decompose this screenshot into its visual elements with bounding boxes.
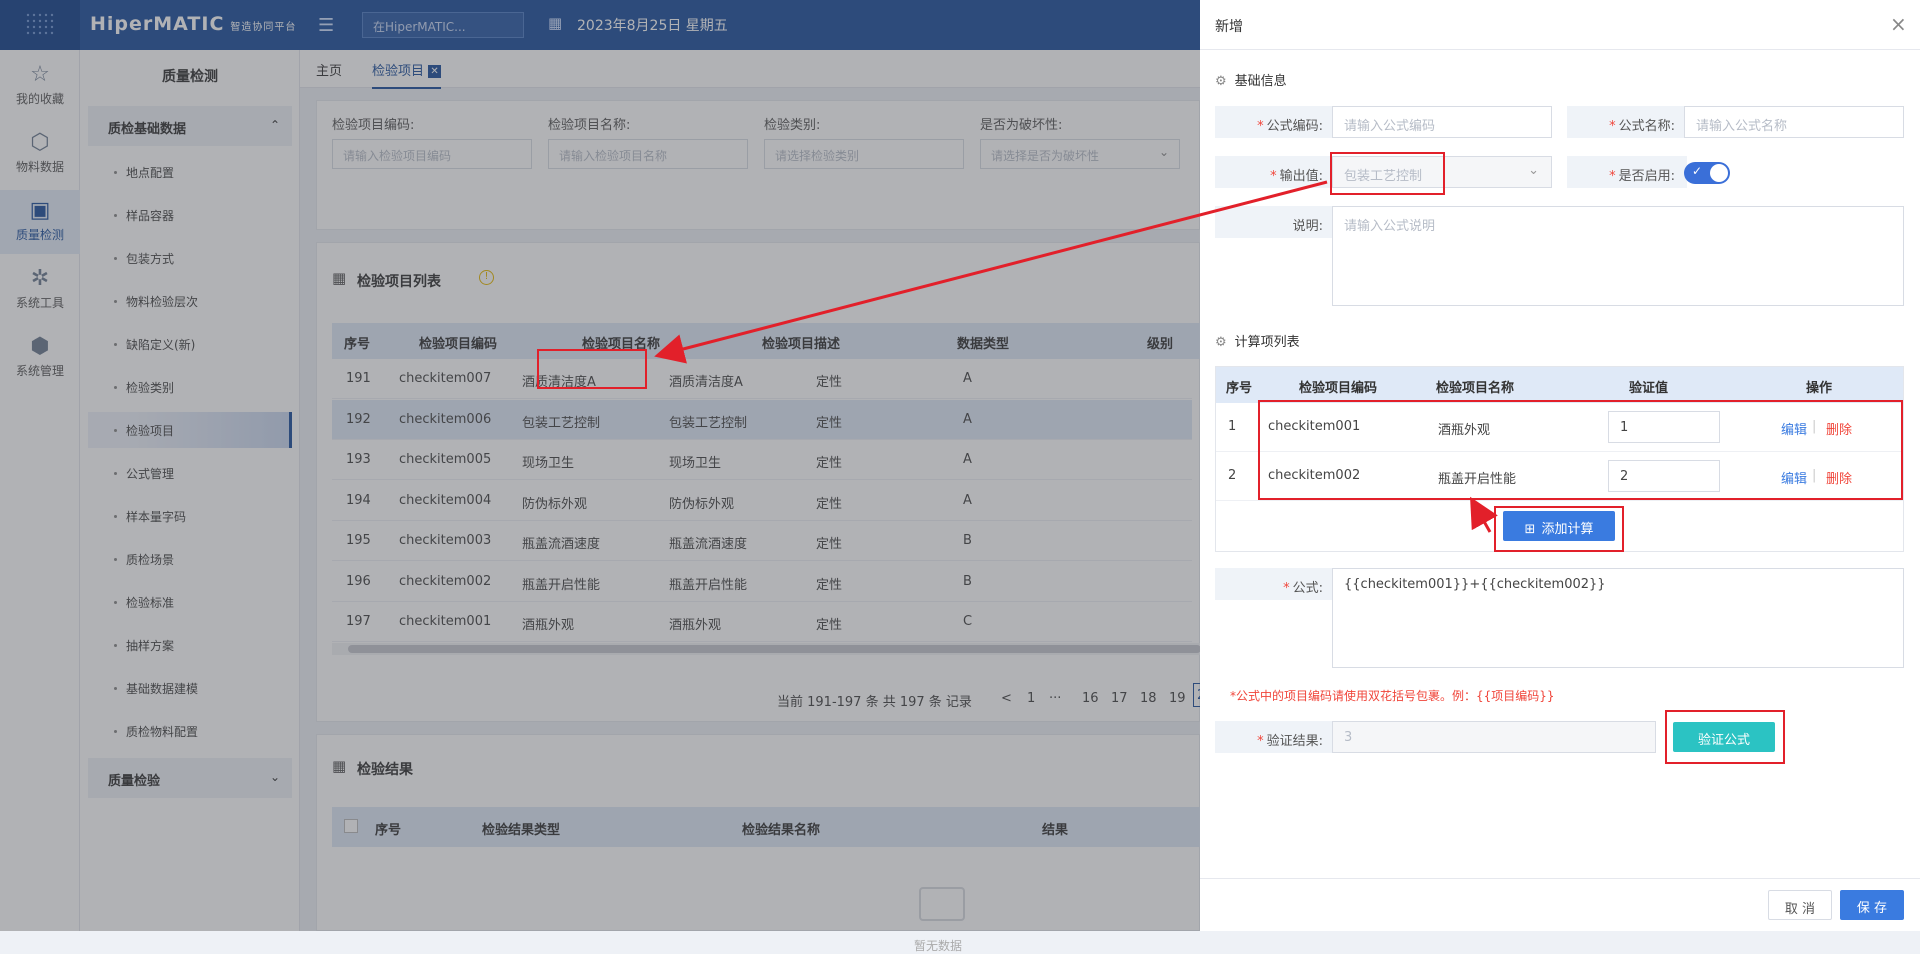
arrow-to-calc-rows xyxy=(1470,496,1498,533)
empty-text: 暂无数据 xyxy=(914,939,963,953)
annotation-arrows xyxy=(654,180,1498,533)
arrow-to-table-row xyxy=(654,180,1328,364)
